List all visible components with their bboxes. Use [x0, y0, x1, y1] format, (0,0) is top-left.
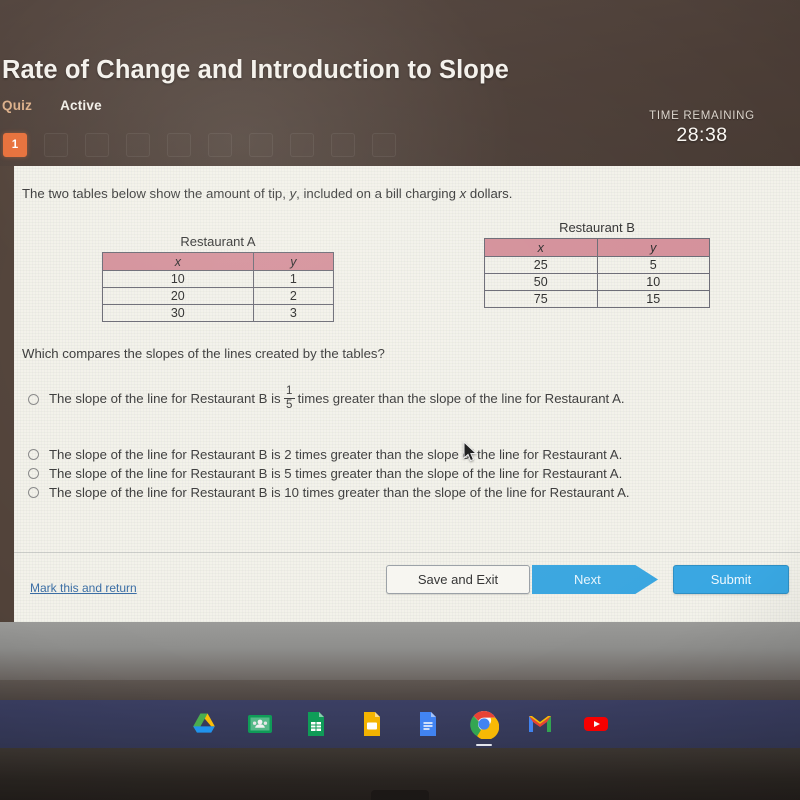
cell-y: 10 [596, 273, 710, 291]
question-text: Which compares the slopes of the lines c… [22, 346, 385, 361]
restaurant-b-caption: Restaurant B [559, 220, 635, 235]
cell-y: 5 [596, 256, 710, 274]
timer-value: 28:38 [676, 124, 728, 146]
restaurant-a-table: x y 10 1 20 2 30 3 [102, 252, 335, 322]
next-button[interactable]: Next [532, 565, 658, 594]
cell-x: 20 [102, 287, 254, 305]
gmail-icon[interactable] [525, 709, 555, 739]
table-header-row: x y [102, 252, 335, 271]
prompt-text-2: , included on a bill charging [296, 186, 460, 201]
fraction-denominator: 5 [285, 399, 293, 412]
google-drive-icon[interactable] [189, 709, 219, 739]
question-nav-item-8[interactable] [290, 133, 314, 157]
desk-surface [0, 622, 800, 680]
google-docs-icon[interactable] [413, 709, 443, 739]
cell-y: 2 [252, 287, 335, 305]
quiz-status-label: Active [60, 98, 102, 113]
submit-button[interactable]: Submit [673, 565, 789, 594]
radio-button-3[interactable] [28, 468, 39, 479]
radio-button-2[interactable] [28, 449, 39, 460]
fraction-one-fifth: 15 [283, 385, 295, 412]
question-nav-item-1[interactable]: 1 [3, 133, 27, 157]
cell-y: 1 [252, 270, 335, 288]
quiz-header-bar: Rate of Change and Introduction to Slope… [0, 0, 800, 166]
google-slides-icon[interactable] [357, 709, 387, 739]
question-nav-item-9[interactable] [331, 133, 355, 157]
column-header-x: x [102, 252, 254, 271]
screen: Rate of Change and Introduction to Slope… [0, 0, 800, 800]
table-row: 25 5 [484, 256, 710, 274]
timer: TIME REMAINING 28:38 [622, 110, 782, 147]
column-header-x: x [484, 238, 598, 257]
prompt-text-1: The two tables below show the amount of … [22, 186, 290, 201]
google-sheets-icon[interactable] [301, 709, 331, 739]
answer-option-2-label: The slope of the line for Restaurant B i… [49, 447, 623, 462]
table-row: 75 15 [484, 290, 710, 308]
laptop-hinge [371, 790, 429, 800]
prompt-text-3: dollars. [466, 186, 513, 201]
cell-x: 10 [102, 270, 254, 288]
fraction-numerator: 1 [285, 385, 293, 397]
option-1-prefix: The slope of the line for Restaurant B i… [49, 391, 281, 407]
answer-option-1-label: The slope of the line for Restaurant B i… [49, 385, 625, 412]
cell-x: 75 [484, 290, 598, 308]
cell-x: 25 [484, 256, 598, 274]
restaurant-b-table-block: Restaurant B x y 25 5 50 10 75 15 [484, 220, 710, 308]
cell-y: 3 [252, 304, 335, 322]
answer-option-2[interactable]: The slope of the line for Restaurant B i… [28, 447, 622, 462]
quiz-label: Quiz [2, 98, 33, 113]
restaurant-a-caption: Restaurant A [180, 234, 256, 249]
table-header-row: x y [484, 238, 710, 257]
desk-foreground [0, 748, 800, 800]
table-row: 10 1 [102, 270, 335, 288]
answer-option-3[interactable]: The slope of the line for Restaurant B i… [28, 466, 622, 481]
question-number-nav[interactable]: 1 [3, 133, 396, 157]
answer-option-4[interactable]: The slope of the line for Restaurant B i… [28, 485, 630, 500]
answer-option-4-label: The slope of the line for Restaurant B i… [49, 485, 630, 500]
question-prompt: The two tables below show the amount of … [22, 186, 512, 201]
column-header-y: y [596, 238, 710, 257]
quiz-status-row: Quiz Active [2, 98, 102, 113]
restaurant-b-table: x y 25 5 50 10 75 15 [484, 238, 710, 308]
question-nav-item-3[interactable] [85, 133, 109, 157]
question-card: The two tables below show the amount of … [14, 166, 800, 622]
save-and-exit-button[interactable]: Save and Exit [386, 565, 530, 594]
footer-divider [14, 552, 800, 553]
question-nav-item-7[interactable] [249, 133, 273, 157]
option-1-suffix: times greater than the slope of the line… [297, 391, 625, 407]
table-row: 20 2 [102, 287, 335, 305]
answer-option-3-label: The slope of the line for Restaurant B i… [49, 466, 623, 481]
youtube-icon[interactable] [581, 709, 611, 739]
radio-button-1[interactable] [28, 394, 39, 406]
table-row: 30 3 [102, 304, 335, 322]
column-header-y: y [252, 252, 335, 271]
timer-label: TIME REMAINING [649, 110, 755, 122]
cell-x: 30 [102, 304, 254, 322]
answer-option-1[interactable]: The slope of the line for Restaurant B i… [28, 385, 625, 412]
question-nav-item-5[interactable] [167, 133, 191, 157]
question-nav-item-2[interactable] [44, 133, 68, 157]
google-chrome-icon[interactable] [469, 709, 499, 739]
mark-and-return-link[interactable]: Mark this and return [30, 581, 137, 595]
taskbar[interactable] [0, 700, 800, 748]
radio-button-4[interactable] [28, 487, 39, 498]
cell-y: 15 [596, 290, 710, 308]
restaurant-a-table-block: Restaurant A x y 10 1 20 2 30 3 [102, 234, 335, 322]
question-nav-item-10[interactable] [372, 133, 396, 157]
google-classroom-icon[interactable] [245, 709, 275, 739]
table-row: 50 10 [484, 273, 710, 291]
question-nav-item-4[interactable] [126, 133, 150, 157]
cell-x: 50 [484, 273, 598, 291]
page-title: Rate of Change and Introduction to Slope [2, 56, 509, 84]
question-nav-item-6[interactable] [208, 133, 232, 157]
